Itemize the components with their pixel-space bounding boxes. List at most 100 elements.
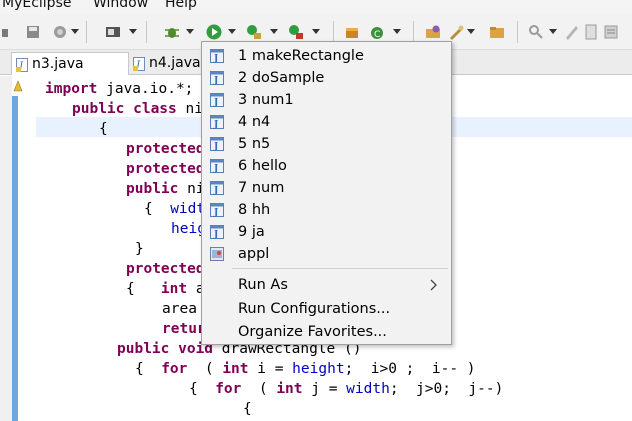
- code-token: i =: [257, 361, 293, 377]
- code-token: import: [45, 81, 107, 97]
- menu-item-label: 4 n4: [238, 114, 271, 130]
- code-line[interactable]: { int a: [126, 279, 205, 299]
- java-file-icon: J: [133, 56, 146, 71]
- debug-icon[interactable]: [163, 23, 181, 41]
- code-token: public class: [72, 101, 186, 117]
- warning-icon[interactable]: [13, 80, 23, 92]
- code-token: {: [99, 121, 108, 137]
- code-line[interactable]: {: [243, 399, 252, 419]
- code-token: {: [243, 401, 252, 417]
- new-package-icon[interactable]: [343, 23, 361, 41]
- java-app-icon: J: [210, 181, 224, 196]
- menu-item-label: 5 n5: [238, 136, 271, 152]
- chevron-down-icon[interactable]: [270, 29, 278, 34]
- code-line[interactable]: protected: [126, 159, 205, 179]
- save-all-icon[interactable]: [25, 23, 43, 41]
- chevron-down-icon[interactable]: [228, 29, 236, 34]
- code-token: width: [346, 381, 390, 397]
- java-app-icon: J: [210, 115, 224, 130]
- toolbar-edge-icon[interactable]: [0, 23, 18, 41]
- chevron-down-icon[interactable]: [312, 29, 320, 34]
- run-dropdown-menu: J1 makeRectangle J 2 doSample J 3 num1 J 4 n4 J…: [201, 41, 452, 345]
- code-line[interactable]: }: [135, 239, 144, 259]
- external-tools-icon[interactable]: [287, 23, 305, 41]
- code-token: int: [160, 281, 196, 297]
- menu-item-label: 2 doSample: [238, 70, 325, 86]
- code-line[interactable]: { for ( int j = width; j>0; j--): [189, 379, 503, 399]
- toolbar-separator: [86, 21, 87, 43]
- code-line[interactable]: public ni: [126, 179, 205, 199]
- code-token: for: [215, 381, 259, 397]
- code-line[interactable]: protected: [126, 139, 205, 159]
- java-app-icon: J: [210, 49, 224, 64]
- chevron-down-icon[interactable]: [549, 29, 557, 34]
- code-token: int: [276, 381, 312, 397]
- java-app-icon: J: [210, 93, 224, 108]
- java-app-icon: J: [210, 203, 224, 218]
- svg-text:J: J: [213, 208, 218, 217]
- svg-text:J: J: [213, 186, 218, 195]
- tab-n3-java[interactable]: J n3.java: [11, 52, 129, 75]
- globe-icon[interactable]: [51, 23, 69, 41]
- tab-label: n3.java: [32, 56, 84, 72]
- chevron-down-icon[interactable]: [467, 29, 475, 34]
- menu-item-label: 3 num1: [238, 92, 294, 108]
- code-line[interactable]: import java.io.*;: [45, 79, 193, 99]
- svg-text:J: J: [213, 120, 218, 129]
- open-folder-icon[interactable]: [488, 23, 506, 41]
- menu-item-organize-favorites[interactable]: Organize Favorites...: [202, 321, 451, 343]
- menu-item-favorite[interactable]: J 8 hh: [202, 199, 451, 221]
- run-tools-icon[interactable]: [245, 23, 263, 41]
- menu-item-favorite[interactable]: J 2 doSample: [202, 67, 451, 89]
- menu-item-run-as[interactable]: Run As: [202, 274, 451, 296]
- code-line[interactable]: { widt: [144, 199, 205, 219]
- menu-item-favorite[interactable]: J 3 num1: [202, 89, 451, 111]
- menu-separator: [232, 268, 448, 269]
- overview-ruler: [12, 96, 18, 421]
- menu-window[interactable]: Window: [93, 0, 148, 11]
- server-icon[interactable]: [104, 23, 122, 41]
- code-line[interactable]: {: [99, 119, 108, 139]
- chevron-down-icon[interactable]: [393, 29, 401, 34]
- menu-item-favorite[interactable]: J 7 num: [202, 177, 451, 199]
- open-type-icon[interactable]: [424, 23, 442, 41]
- new-class-icon[interactable]: C: [368, 23, 386, 41]
- svg-text:J: J: [213, 164, 218, 173]
- menu-item-favorite[interactable]: J 5 n5: [202, 133, 451, 155]
- code-token: public: [126, 181, 188, 197]
- chevron-down-icon[interactable]: [71, 29, 79, 34]
- document-icon[interactable]: [582, 23, 600, 41]
- code-line[interactable]: public class ni: [72, 99, 203, 119]
- run-icon[interactable]: [205, 23, 223, 41]
- menu-myeclipse[interactable]: MyEclipse: [2, 0, 71, 11]
- pen-icon[interactable]: [563, 23, 581, 41]
- tab-n4-java[interactable]: J n4.java: [129, 52, 209, 75]
- tab-label: n4.java: [149, 55, 201, 71]
- code-line[interactable]: area: [162, 299, 197, 319]
- chevron-down-icon[interactable]: [186, 29, 194, 34]
- svg-text:J: J: [213, 98, 218, 107]
- menu-help[interactable]: Help: [165, 0, 197, 11]
- code-line[interactable]: { for ( int i = height; i>0 ; i-- ): [135, 359, 476, 379]
- open-task-icon[interactable]: [447, 23, 465, 41]
- menu-item-favorite[interactable]: J 6 hello: [202, 155, 451, 177]
- svg-text:J: J: [213, 142, 218, 151]
- menu-item-favorite[interactable]: J 4 n4: [202, 111, 451, 133]
- java-app-icon: J: [210, 225, 224, 240]
- menu-item-favorite[interactable]: J 9 ja: [202, 221, 451, 243]
- menu-item-favorite[interactable]: J 1 makeRectangle: [202, 45, 451, 67]
- menu-item-favorite[interactable]: appl: [202, 243, 451, 265]
- menu-item-label: 7 num: [238, 180, 285, 196]
- code-token: height: [292, 361, 345, 377]
- code-token: protected: [126, 141, 205, 157]
- menu-item-label: 1 makeRectangle: [238, 48, 364, 64]
- search-icon[interactable]: [527, 23, 545, 41]
- chevron-down-icon[interactable]: [129, 29, 137, 34]
- code-token: retur: [162, 321, 206, 337]
- properties-icon[interactable]: [602, 23, 620, 41]
- svg-text:J: J: [213, 76, 218, 85]
- java-app-icon: J: [210, 137, 224, 152]
- code-line[interactable]: retur: [162, 319, 206, 339]
- code-line[interactable]: protected: [126, 259, 205, 279]
- menu-item-run-configurations[interactable]: Run Configurations...: [202, 298, 451, 320]
